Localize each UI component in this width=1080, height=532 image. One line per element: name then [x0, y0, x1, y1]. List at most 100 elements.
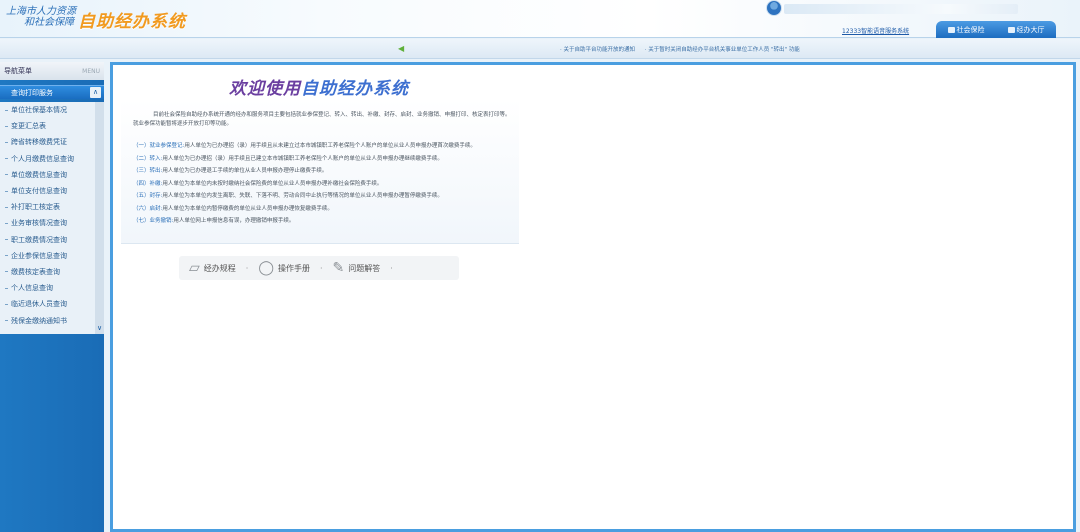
- sidebar-item-label: 跨省转移缴费凭证: [11, 138, 67, 147]
- sidebar-item-retirement[interactable]: 临近退休人员查询: [0, 296, 104, 312]
- sidebar-item-label: 个人信息查询: [11, 284, 53, 293]
- nav-scrollbar[interactable]: ∨: [95, 102, 104, 334]
- item-text: 用人单位为本单位内发生离职、失联、下落不明、劳动合同中止执行等情况的单位从业人员…: [162, 193, 443, 199]
- bullet-icon: [5, 158, 8, 160]
- notice-list: · 关于自助平台功能开放的通知 · 关于暂时关闭自助经办平台机关事业单位工作人员…: [560, 45, 808, 53]
- tab-social-insurance[interactable]: 社会保险: [947, 25, 985, 35]
- item-key: （一）就业参保登记:: [133, 143, 185, 149]
- monitor-icon: [947, 26, 955, 33]
- item-key: （七）业务撤销:: [133, 218, 174, 224]
- bullet-icon: [5, 271, 8, 273]
- sidebar-item-label: 单位支付信息查询: [11, 187, 67, 196]
- tab-label: 社会保险: [956, 25, 985, 34]
- bullet-icon: [5, 303, 8, 305]
- intro-paragraph: 目前社会保险自助经办系统开通的经办和服务项目主要包括就业参保登记、转入、转出、补…: [133, 111, 515, 128]
- service-items: （一）就业参保登记:用人单位为已办理招（录）用手续且从未建立过本市城镇职工养老保…: [133, 142, 515, 230]
- notice-strip: ◀ · 关于自助平台功能开放的通知 · 关于暂时关闭自助经办平台机关事业单位工作…: [0, 39, 1080, 59]
- intro-box: 目前社会保险自助经办系统开通的经办和服务项目主要包括就业参保登记、转入、转出、补…: [121, 99, 519, 244]
- item-text: 用人单位为已办理招（录）用手续且已建立本市城镇职工养老保险个人账户的单位从业人员…: [162, 155, 443, 162]
- sidebar-item-label: 缴费核定表查询: [11, 267, 60, 276]
- button-label: 问题解答: [348, 263, 381, 273]
- sidebar-item-label: 变更汇总表: [11, 122, 46, 131]
- separator: ·: [320, 263, 323, 273]
- sidebar-item[interactable]: 业务审核情况查询: [0, 215, 104, 231]
- main-frame: 欢迎使用自助经办系统 目前社会保险自助经办系统开通的经办和服务项目主要包括就业参…: [110, 62, 1076, 532]
- top-tabs: 社会保险 经办大厅: [936, 21, 1056, 38]
- bullet-icon: [5, 287, 8, 289]
- manual-button[interactable]: ◯ 操作手册: [254, 256, 314, 280]
- button-label: 操作手册: [278, 263, 310, 273]
- sidebar-item-label: 补打职工核定表: [11, 203, 60, 212]
- nav-title: 导航菜单: [4, 67, 32, 75]
- bullet-icon: [5, 190, 8, 192]
- document-icon: ▱: [189, 260, 200, 276]
- sidebar-item-label: 残保金缴纳通知书: [11, 316, 67, 325]
- service-item: （一）就业参保登记:用人单位为已办理招（录）用手续且从未建立过本市城镇职工养老保…: [133, 142, 515, 151]
- bullet-icon: [5, 141, 8, 143]
- org-line2: 和社会保障: [24, 17, 74, 28]
- item-text: 用人单位网上申报信息有误，办理撤销申报手续。: [173, 218, 295, 224]
- service-item: （七）业务撤销:用人单位网上申报信息有误，办理撤销申报手续。: [133, 217, 515, 226]
- notepad-icon: ✎: [332, 260, 345, 276]
- nav-header: 导航菜单 MENU: [0, 62, 104, 80]
- sidebar-item[interactable]: 残保金缴纳通知书: [0, 312, 104, 328]
- notice-link[interactable]: · 关于自助平台功能开放的通知: [560, 47, 635, 53]
- service-item: （三）转出:用人单位为已办理退工手续的单位从业人员申报办理停止缴费手续。: [133, 167, 515, 176]
- sidebar-item[interactable]: 补打职工核定表: [0, 199, 104, 215]
- button-label: 经办规程: [203, 263, 236, 273]
- org-line1: 上海市人力资源: [6, 6, 76, 17]
- separator: ·: [390, 263, 393, 273]
- sidebar-item[interactable]: 职工缴费情况查询: [0, 232, 104, 248]
- sidebar-item-label: 单位缴费信息查询: [11, 170, 67, 179]
- sidebar-item[interactable]: 单位支付信息查询: [0, 183, 104, 199]
- welcome-banner: 欢迎使用自助经办系统: [229, 74, 409, 99]
- item-key: （五）封存:: [133, 193, 163, 199]
- service-item: （四）补缴:用人单位为本单位内未按时缴纳社会保险费的单位从业人员申报办理补缴社会…: [133, 180, 515, 189]
- nav-section-label: 查询打印服务: [11, 88, 53, 97]
- help-button-bar: ▱ 经办规程 · ◯ 操作手册 · ✎ 问题解答 ·: [179, 256, 459, 280]
- bullet-icon: [5, 174, 8, 176]
- intro-text: 目前社会保险自助经办系统开通的经办和服务项目主要包括就业参保登记、转入、转出、补…: [133, 112, 511, 127]
- notice-link[interactable]: · 关于暂时关闭自助经办平台机关事业单位工作人员 "转出" 功能: [645, 47, 800, 53]
- org-logo: 上海市人力资源 和社会保障: [6, 6, 76, 28]
- sidebar-item-label: 企业参保信息查询: [11, 251, 67, 260]
- faq-button[interactable]: ✎ 问题解答: [329, 256, 385, 280]
- procedure-button[interactable]: ▱ 经办规程: [185, 256, 240, 280]
- sidebar-item[interactable]: 个人信息查询: [0, 280, 104, 296]
- sidebar-item-label: 职工缴费情况查询: [11, 235, 67, 244]
- sidebar: 导航菜单 MENU 查询打印服务 ∧ 单位社保基本情况 变更汇总表 跨省转移缴费…: [0, 62, 104, 532]
- system-title: 自助经办系统: [78, 12, 186, 32]
- bullet-icon: [5, 109, 8, 111]
- mouse-icon: ◯: [258, 260, 274, 276]
- nav-list: 单位社保基本情况 变更汇总表 跨省转移缴费凭证 个人月缴费信息查询 单位缴费信息…: [0, 102, 104, 334]
- welcome-prefix: 欢迎使用: [229, 79, 301, 99]
- hotline-link[interactable]: 12333智能语音服务系统: [842, 26, 909, 35]
- bullet-icon: [5, 222, 8, 224]
- sidebar-item-label: 临近退休人员查询: [11, 300, 67, 309]
- tab-label: 经办大厅: [1016, 25, 1045, 34]
- sidebar-item[interactable]: 跨省转移缴费凭证: [0, 134, 104, 150]
- sidebar-item[interactable]: 缴费核定表查询: [0, 264, 104, 280]
- building-icon: [1007, 26, 1015, 33]
- chevron-up-icon[interactable]: ∧: [90, 87, 101, 98]
- item-key: （三）转出:: [133, 168, 163, 174]
- sidebar-item-label: 业务审核情况查询: [11, 219, 67, 228]
- item-text: 用人单位为本单位内暂停缴费的单位从业人员申报办理恢复缴费手续。: [162, 205, 333, 212]
- bullet-icon: [5, 320, 8, 322]
- sidebar-item[interactable]: 个人月缴费信息查询: [0, 151, 104, 167]
- sidebar-item[interactable]: 单位社保基本情况: [0, 102, 104, 118]
- sidebar-item[interactable]: 单位缴费信息查询: [0, 167, 104, 183]
- header-bar: 上海市人力资源 和社会保障 自助经办系统 12333智能语音服务系统 社会保险 …: [0, 0, 1080, 38]
- sidebar-item-label: 个人月缴费信息查询: [11, 154, 74, 163]
- tab-service-hall[interactable]: 经办大厅: [1007, 25, 1045, 35]
- chevron-down-icon[interactable]: ∨: [95, 322, 104, 334]
- nav-section-query-print[interactable]: 查询打印服务 ∧: [0, 85, 104, 99]
- bullet-icon: [5, 125, 8, 127]
- welcome-system: 自助经办系统: [301, 79, 409, 99]
- sidebar-item[interactable]: 变更汇总表: [0, 118, 104, 134]
- item-text: 用人单位为已办理退工手续的单位从业人员申报办理停止缴费手续。: [162, 168, 328, 174]
- sidebar-item[interactable]: 企业参保信息查询: [0, 248, 104, 264]
- speaker-icon: ◀: [398, 44, 405, 53]
- separator: ·: [245, 263, 249, 273]
- user-avatar-icon[interactable]: [766, 0, 782, 16]
